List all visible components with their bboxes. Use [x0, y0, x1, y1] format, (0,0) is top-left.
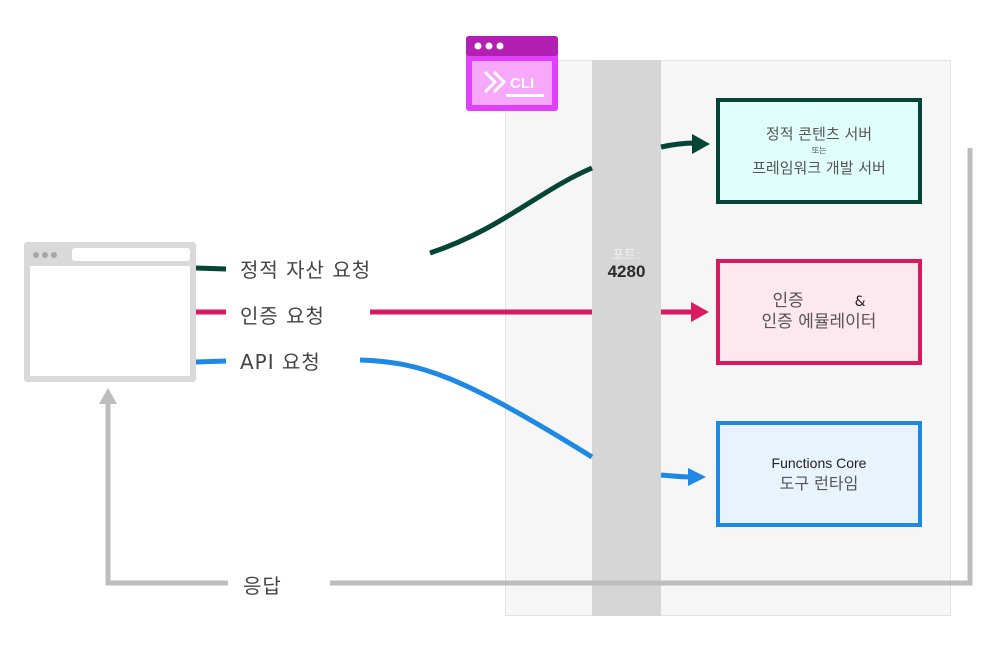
window-dot-icon	[51, 252, 57, 258]
svg-text:CLI: CLI	[510, 75, 534, 92]
static-box-subtitle: 프레임워크 개발 서버	[752, 159, 886, 177]
functions-core-tools-box: Functions Core 도구 런타임	[716, 421, 922, 527]
static-content-server-box: 정적 콘텐츠 서버 또는 프레임워크 개발 서버	[716, 98, 922, 204]
auth-arrowhead	[691, 302, 709, 322]
window-dot-icon	[42, 252, 48, 258]
api-arrowhead	[688, 468, 706, 486]
static-request-out	[660, 140, 696, 150]
functions-box-title: Functions Core	[771, 455, 867, 471]
browser-window-icon	[24, 242, 196, 382]
auth-box-subtitle: 인증 에뮬레이터	[761, 311, 877, 332]
auth-request-label: 인증 요청	[240, 304, 325, 328]
static-box-title: 정적 콘텐츠 서버	[765, 125, 873, 143]
browser-address-bar	[72, 248, 190, 261]
static-box-or: 또는	[811, 146, 827, 155]
functions-box-subtitle: 도구 런타임	[779, 474, 859, 493]
static-request-stub	[195, 265, 227, 272]
auth-box-ampersand: &	[854, 293, 866, 310]
api-request-label: API 요청	[240, 350, 321, 374]
window-dot-icon	[33, 252, 39, 258]
browser-viewport	[30, 266, 190, 376]
static-arrowhead	[692, 134, 710, 154]
response-label: 응답	[243, 574, 282, 598]
response-return	[105, 404, 228, 586]
static-request-curve	[429, 165, 593, 256]
api-request-out	[660, 472, 693, 480]
auth-emulator-box: 인증 & 인증 에뮬레이터	[716, 259, 922, 365]
cli-terminal-icon: CLI	[466, 36, 558, 111]
auth-box-title: 인증	[772, 290, 804, 311]
response-arrowhead	[99, 388, 117, 404]
api-request-stub	[195, 358, 227, 365]
api-request-curve	[359, 357, 594, 460]
static-assets-request-label: 정적 자산 요청	[240, 258, 372, 282]
